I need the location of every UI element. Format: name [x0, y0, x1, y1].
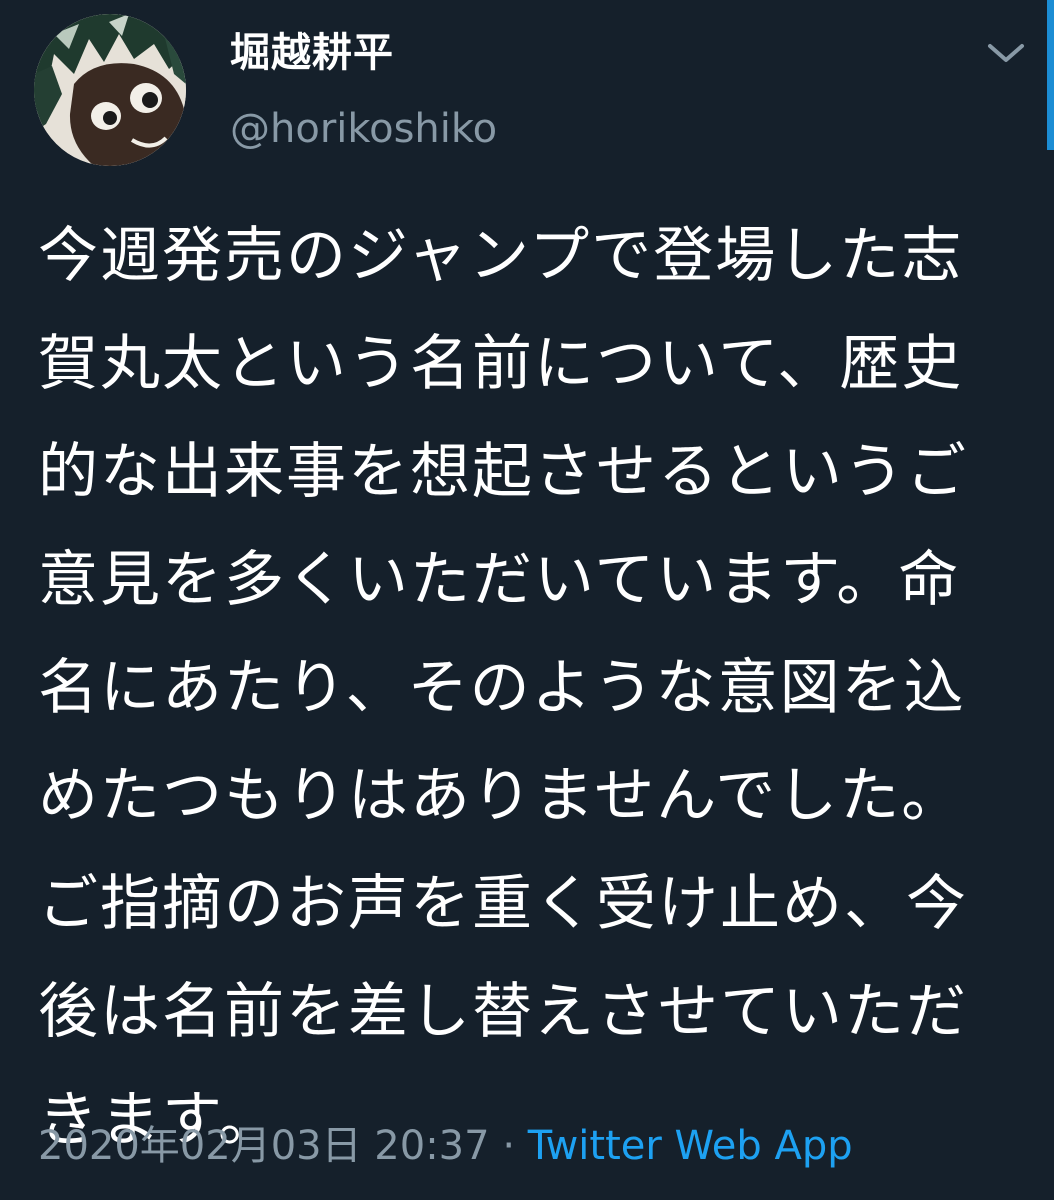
chevron-down-icon: [988, 44, 1024, 62]
author-display-name[interactable]: 堀越耕平: [230, 26, 394, 80]
author-avatar[interactable]: [34, 14, 186, 166]
tweet-text: 今週発売のジャンプで登場した志 賀丸太という名前について、歴史 的な出来事を想起…: [38, 221, 968, 1155]
tweet-meta: 2020年02月03日 20:37 · Twitter Web App: [38, 1120, 853, 1172]
scroll-indicator[interactable]: [1047, 0, 1054, 150]
avatar-image: [34, 14, 186, 166]
tweet-source-link[interactable]: Twitter Web App: [528, 1123, 853, 1169]
tweet-menu-button[interactable]: [982, 36, 1030, 70]
tweet-detail: 堀越耕平 @horikoshiko 今週発売のジャンプで登場した志 賀丸太という…: [0, 0, 1054, 1200]
tweet-timestamp[interactable]: 2020年02月03日 20:37: [38, 1123, 490, 1169]
meta-separator: ·: [502, 1123, 516, 1169]
author-handle[interactable]: @horikoshiko: [230, 104, 497, 154]
